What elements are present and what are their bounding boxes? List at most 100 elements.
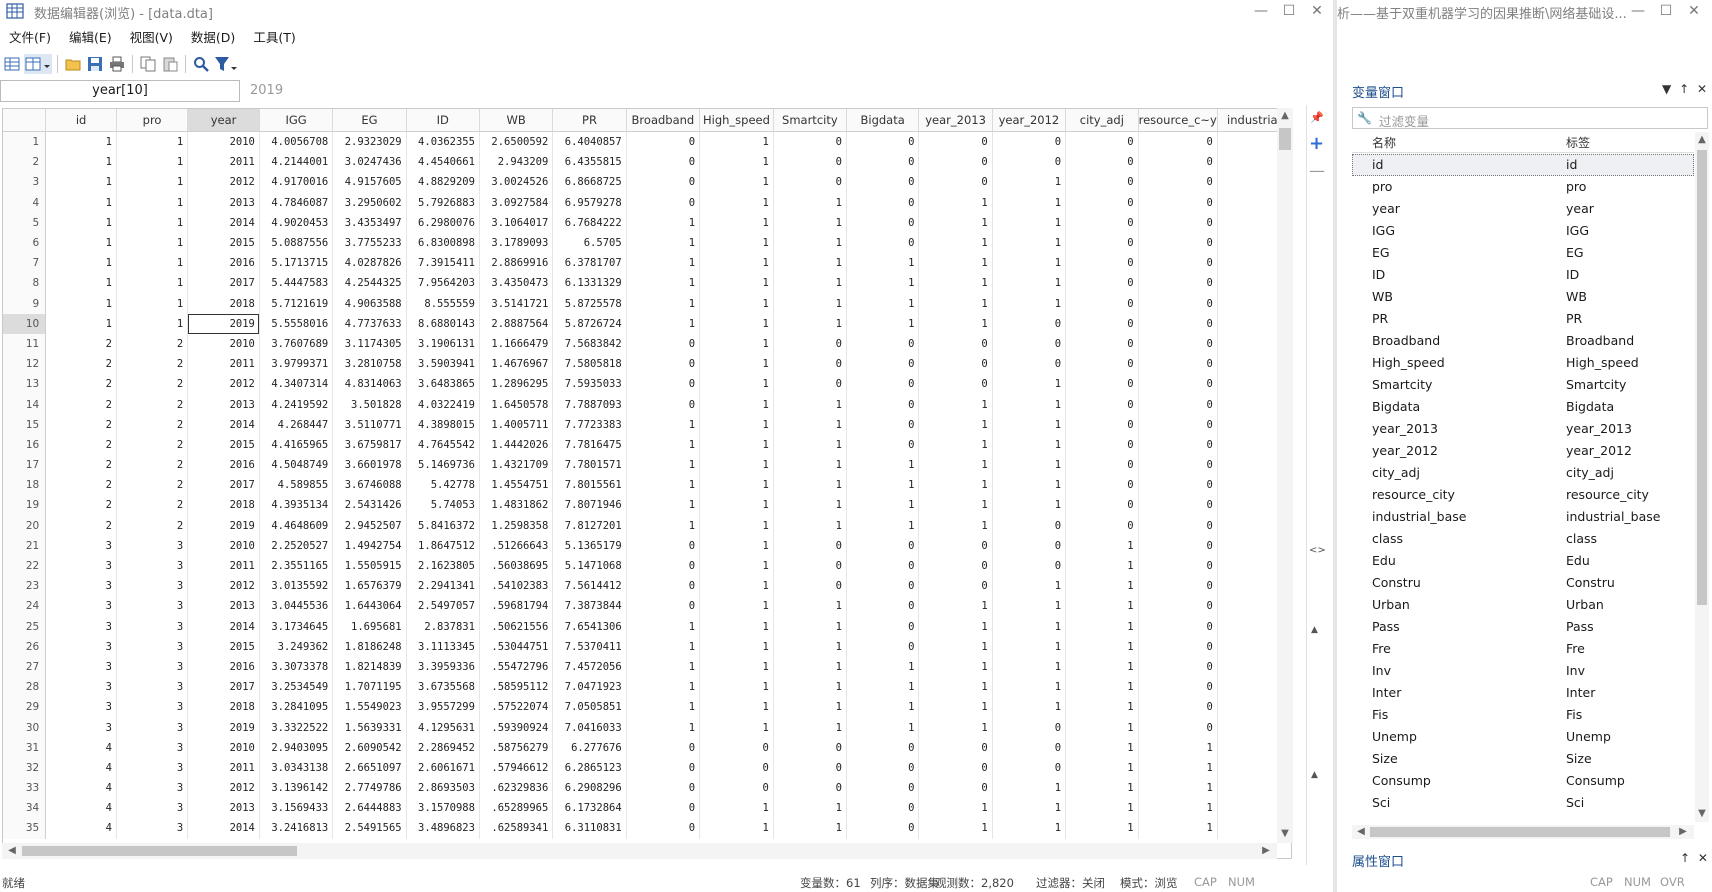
table-cell[interactable]: 3.5110771 <box>332 414 407 435</box>
table-cell[interactable]: 1 <box>992 273 1067 294</box>
table-cell[interactable]: 2.2941341 <box>406 576 480 597</box>
table-cell[interactable]: 3.2416813 <box>259 818 334 839</box>
variable-row[interactable]: High_speed High_speed <box>1352 352 1694 374</box>
variable-row[interactable]: Pass Pass <box>1352 616 1694 638</box>
table-cell[interactable]: 1 <box>918 636 993 657</box>
table-cell[interactable]: 2.9452507 <box>332 515 407 536</box>
table-cell[interactable]: 0 <box>846 414 920 435</box>
table-cell[interactable]: 0 <box>846 212 920 233</box>
table-cell[interactable]: 1 <box>45 293 117 314</box>
table-cell[interactable]: 0 <box>773 757 847 778</box>
table-cell[interactable]: 1 <box>1138 778 1218 799</box>
table-cell[interactable]: 0 <box>1138 616 1218 637</box>
table-cell[interactable]: 2.9323029 <box>332 131 407 153</box>
scroll-right-arrow[interactable]: ▶ <box>1676 826 1690 837</box>
table-cell[interactable]: 6.7684222 <box>552 212 627 233</box>
table-cell[interactable]: 3 <box>45 636 117 657</box>
table-cell[interactable]: 2 <box>116 354 189 375</box>
table-cell[interactable]: 3 <box>116 555 189 577</box>
table-cell[interactable]: 1 <box>626 253 701 274</box>
table-cell[interactable]: 2014 <box>187 414 260 435</box>
table-cell[interactable]: 6.8300898 <box>406 232 480 254</box>
table-cell[interactable]: 1 <box>626 414 701 435</box>
table-cell[interactable]: 1 <box>699 475 774 496</box>
column-header[interactable]: year <box>187 109 260 132</box>
table-cell[interactable]: .58756279 <box>479 737 554 758</box>
table-cell[interactable]: 2.8887564 <box>479 313 554 334</box>
table-cell[interactable]: 7.4572056 <box>552 656 627 678</box>
table-cell[interactable]: 0 <box>992 717 1067 738</box>
table-cell[interactable]: 1 <box>699 232 774 254</box>
table-cell[interactable]: 5.8725578 <box>552 293 627 314</box>
table-cell[interactable]: 0 <box>626 596 701 617</box>
table-cell[interactable]: 2011 <box>187 354 260 375</box>
table-cell[interactable]: 3 <box>116 535 189 556</box>
table-cell[interactable]: .56038695 <box>479 555 554 577</box>
table-cell[interactable]: 4.9170016 <box>259 172 334 193</box>
table-cell[interactable]: 2.943209 <box>479 152 554 173</box>
table-cell[interactable]: 1 <box>918 455 993 476</box>
table-cell[interactable]: 0 <box>773 131 847 153</box>
table-cell[interactable]: 4.7645542 <box>406 434 480 455</box>
table-cell[interactable]: 3.7755233 <box>332 232 407 254</box>
table-cell[interactable]: 0 <box>846 354 920 375</box>
close-button[interactable]: ✕ <box>1306 2 1328 20</box>
table-cell[interactable]: 0 <box>1065 232 1139 254</box>
table-cell[interactable]: 5.1471068 <box>552 555 627 577</box>
variable-row[interactable]: Broadband Broadband <box>1352 330 1694 352</box>
table-cell[interactable]: 0 <box>1065 172 1139 193</box>
table-cell[interactable]: 1 <box>918 596 993 617</box>
table-cell[interactable]: 5.1469736 <box>406 455 480 476</box>
table-cell[interactable]: 1 <box>918 414 993 435</box>
table-cell[interactable]: 1 <box>918 697 993 718</box>
table-cell[interactable]: 1 <box>773 434 847 455</box>
variable-row[interactable]: industrial_base industrial_base <box>1352 506 1694 528</box>
variable-row[interactable]: Constru Constru <box>1352 572 1694 594</box>
table-cell[interactable]: 6.1732864 <box>552 798 627 819</box>
table-cell[interactable]: .58595112 <box>479 677 554 698</box>
table-cell[interactable]: 0 <box>1138 677 1218 698</box>
table-cell[interactable]: 6.2865123 <box>552 757 627 778</box>
table-cell[interactable]: 1.6576379 <box>332 576 407 597</box>
table-cell[interactable]: 7.9564203 <box>406 273 480 294</box>
table-cell[interactable]: .62329836 <box>479 778 554 799</box>
table-cell[interactable]: 1 <box>699 273 774 294</box>
row-number[interactable]: 22 <box>3 555 47 577</box>
table-cell[interactable]: 2 <box>45 515 117 536</box>
table-cell[interactable]: 0 <box>773 555 847 577</box>
row-number[interactable]: 27 <box>3 656 47 678</box>
table-cell[interactable]: 1 <box>116 192 189 213</box>
table-cell[interactable]: 2011 <box>187 757 260 778</box>
table-cell[interactable]: 3 <box>116 616 189 637</box>
table-cell[interactable]: 4.1295631 <box>406 717 480 738</box>
row-number[interactable]: 35 <box>3 818 47 839</box>
table-cell[interactable]: 1 <box>773 273 847 294</box>
table-cell[interactable]: 1 <box>773 192 847 213</box>
table-cell[interactable]: 2012 <box>187 778 260 799</box>
filter-icon[interactable] <box>213 54 239 74</box>
row-number[interactable]: 9 <box>3 293 47 314</box>
table-cell[interactable]: 1 <box>773 253 847 274</box>
table-cell[interactable]: 1 <box>992 818 1067 839</box>
table-cell[interactable]: 2.2520527 <box>259 535 334 556</box>
table-cell[interactable]: 4.7846087 <box>259 192 334 213</box>
table-cell[interactable]: 1 <box>918 515 993 536</box>
table-cell[interactable]: 1 <box>773 818 847 839</box>
table-cell[interactable]: 0 <box>992 333 1067 355</box>
table-cell[interactable]: 1 <box>992 293 1067 314</box>
table-cell[interactable]: 1 <box>626 313 701 334</box>
table-cell[interactable]: 3 <box>116 576 189 597</box>
table-cell[interactable]: 0 <box>626 798 701 819</box>
table-cell[interactable]: 1 <box>45 212 117 233</box>
row-number[interactable]: 15 <box>3 414 47 435</box>
table-cell[interactable]: 2016 <box>187 656 260 678</box>
table-cell[interactable]: 1 <box>1065 818 1139 839</box>
table-cell[interactable]: 3 <box>45 677 117 698</box>
table-cell[interactable]: 7.6541306 <box>552 616 627 637</box>
table-cell[interactable]: 6.3781707 <box>552 253 627 274</box>
table-cell[interactable]: 3.0927584 <box>479 192 554 213</box>
table-cell[interactable]: 2.5431426 <box>332 495 407 516</box>
table-cell[interactable]: 4.2144001 <box>259 152 334 173</box>
table-cell[interactable]: 1 <box>846 273 920 294</box>
table-cell[interactable]: 2012 <box>187 374 260 395</box>
